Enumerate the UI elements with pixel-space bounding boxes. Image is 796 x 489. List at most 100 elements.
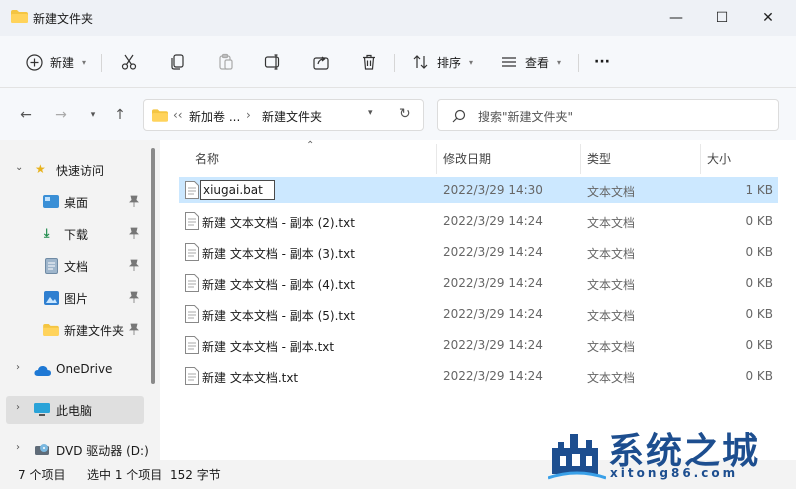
recent-locations-button[interactable]: ▾: [82, 104, 104, 126]
rename-button[interactable]: [263, 50, 283, 74]
file-name: 新建 文本文档 - 副本 (2).txt: [202, 216, 355, 230]
sort-label: 排序: [437, 55, 462, 70]
column-divider[interactable]: [580, 144, 581, 174]
star-icon: ★: [35, 162, 46, 176]
close-button[interactable]: ✕: [745, 0, 791, 36]
file-type: 文本文档: [587, 340, 636, 354]
pin-icon: [129, 323, 139, 335]
file-name: 新建 文本文档 - 副本 (3).txt: [202, 247, 355, 261]
file-date: 2022/3/29 14:24: [443, 307, 543, 321]
file-date: 2022/3/29 14:24: [443, 245, 543, 259]
view-button[interactable]: 查看 ▾: [499, 50, 561, 74]
address-history-chevron-icon[interactable]: ▾: [368, 108, 373, 118]
minimize-button[interactable]: —: [653, 0, 699, 36]
sort-ascending-icon: ⌃: [306, 140, 315, 151]
share-button[interactable]: [311, 50, 331, 74]
back-button[interactable]: ←: [15, 104, 37, 126]
column-divider[interactable]: [436, 144, 437, 174]
rename-icon: [263, 52, 283, 72]
chevron-right-icon[interactable]: ›: [16, 442, 20, 453]
watermark: 系统之城 xitong86.com: [548, 422, 788, 486]
window-title: 新建文件夹: [33, 12, 94, 26]
toolbar-divider: [394, 54, 395, 72]
chevron-down-icon: ▾: [90, 110, 96, 120]
file-icon: [185, 367, 199, 385]
column-divider[interactable]: [700, 144, 701, 174]
sidebar-item-label: 下载: [64, 228, 89, 242]
file-date: 2022/3/29 14:24: [443, 276, 543, 290]
table-row[interactable]: xiugai.bat 2022/3/29 14:30 文本文档 1 KB: [179, 177, 778, 203]
cut-button[interactable]: [119, 50, 139, 74]
file-size: 0 KB: [745, 276, 773, 290]
breadcrumb-separator: ›: [246, 108, 251, 122]
sidebar-item-documents[interactable]: 文档: [0, 252, 145, 280]
sidebar-item-quick-access[interactable]: ⌄ ★ 快速访问: [0, 156, 145, 184]
chevron-right-icon[interactable]: ›: [16, 402, 20, 413]
file-list: 名称 ⌃ 修改日期 类型 大小 xiugai.bat 2022/3/29 14:…: [160, 140, 796, 460]
maximize-button[interactable]: ☐: [699, 0, 745, 36]
maximize-icon: ☐: [715, 10, 729, 26]
table-row[interactable]: 新建 文本文档 - 副本 (5).txt 2022/3/29 14:24 文本文…: [179, 301, 778, 327]
paste-button[interactable]: [216, 50, 236, 74]
dvd-icon: [35, 444, 49, 455]
sidebar-item-this-pc[interactable]: › 此电脑: [6, 396, 144, 424]
sort-button[interactable]: 排序 ▾: [411, 50, 473, 74]
sidebar-item-new-folder[interactable]: 新建文件夹: [0, 316, 145, 344]
arrow-left-icon: ←: [20, 107, 32, 123]
sidebar-scrollbar[interactable]: [151, 148, 155, 384]
file-name: 新建 文本文档 - 副本.txt: [202, 340, 335, 354]
copy-icon: [168, 52, 188, 72]
view-label: 查看: [525, 55, 550, 70]
castle-logo-icon: [548, 434, 606, 480]
file-size: 0 KB: [745, 338, 773, 352]
address-bar[interactable]: ‹‹ 新加卷 ... › 新建文件夹 ▾ ↻: [143, 99, 424, 131]
file-icon: [185, 274, 199, 292]
file-name: 新建 文本文档 - 副本 (4).txt: [202, 278, 355, 292]
file-icon: [185, 212, 199, 230]
copy-button[interactable]: [168, 50, 188, 74]
chevron-right-icon[interactable]: ›: [16, 362, 20, 373]
breadcrumb-drive[interactable]: 新加卷 ...: [189, 108, 240, 125]
file-size: 0 KB: [745, 369, 773, 383]
column-header-label: 类型: [587, 152, 612, 166]
sidebar-item-desktop[interactable]: 桌面: [0, 188, 145, 216]
table-row[interactable]: 新建 文本文档 - 副本 (3).txt 2022/3/29 14:24 文本文…: [179, 239, 778, 265]
file-type: 文本文档: [587, 278, 636, 292]
forward-button[interactable]: →: [50, 104, 72, 126]
share-icon: [311, 52, 331, 72]
rename-input[interactable]: xiugai.bat: [200, 180, 275, 200]
pin-icon: [129, 291, 139, 303]
delete-button[interactable]: [359, 50, 379, 74]
file-size: 0 KB: [745, 245, 773, 259]
search-box[interactable]: 搜索"新建文件夹": [437, 99, 779, 131]
breadcrumb-current-folder[interactable]: 新建文件夹: [262, 108, 322, 125]
table-row[interactable]: 新建 文本文档.txt 2022/3/29 14:24 文本文档 0 KB: [179, 363, 778, 389]
trash-icon: [359, 52, 379, 72]
table-row[interactable]: 新建 文本文档 - 副本 (2).txt 2022/3/29 14:24 文本文…: [179, 208, 778, 234]
file-type: 文本文档: [587, 371, 636, 385]
table-row[interactable]: 新建 文本文档 - 副本 (4).txt 2022/3/29 14:24 文本文…: [179, 270, 778, 296]
sidebar-item-pictures[interactable]: 图片: [0, 284, 145, 312]
file-size: 1 KB: [745, 183, 773, 197]
folder-icon: [43, 324, 59, 336]
chevron-down-icon[interactable]: ⌄: [15, 162, 23, 173]
file-date: 2022/3/29 14:24: [443, 369, 543, 383]
search-icon: [452, 109, 466, 123]
refresh-icon[interactable]: ↻: [399, 106, 411, 122]
file-type: 文本文档: [587, 216, 636, 230]
view-list-icon: [499, 52, 519, 72]
folder-icon: [152, 109, 168, 122]
breadcrumb-overflow[interactable]: ‹‹: [173, 108, 183, 122]
new-button[interactable]: 新建 ▾: [24, 50, 86, 74]
file-type: 文本文档: [587, 247, 636, 261]
more-options-button[interactable]: ···: [594, 50, 610, 74]
cloud-icon: [34, 365, 51, 376]
sidebar-item-onedrive[interactable]: › OneDrive: [0, 356, 145, 384]
title-bar[interactable]: 新建文件夹 — ☐ ✕: [0, 0, 796, 36]
arrow-up-icon: ↑: [114, 107, 126, 123]
up-button[interactable]: ↑: [109, 104, 131, 126]
sidebar-item-downloads[interactable]: ⤓ 下载: [0, 220, 145, 248]
chevron-down-icon: ▾: [557, 57, 562, 67]
table-row[interactable]: 新建 文本文档 - 副本.txt 2022/3/29 14:24 文本文档 0 …: [179, 332, 778, 358]
navigation-pane: ⌄ ★ 快速访问 桌面 ⤓ 下载 文档 图片 新建文件夹 › OneDrive …: [0, 140, 160, 460]
